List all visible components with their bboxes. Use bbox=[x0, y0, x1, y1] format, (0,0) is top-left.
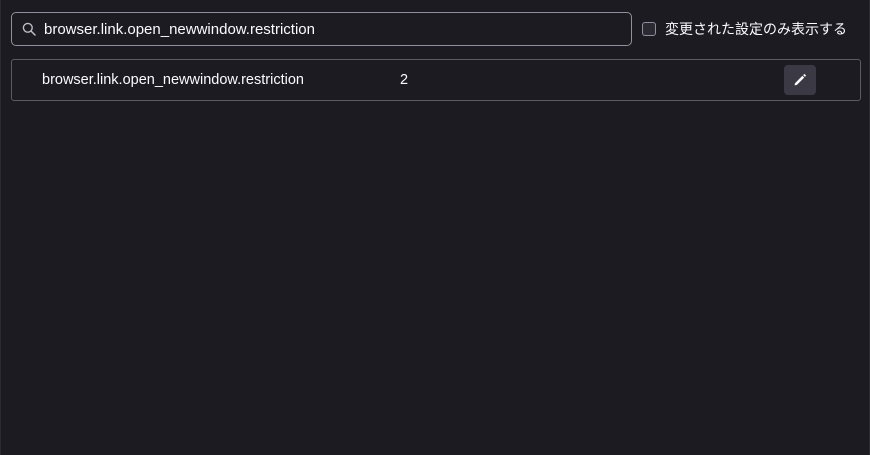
preference-name: browser.link.open_newwindow.restriction bbox=[42, 72, 304, 88]
modified-only-filter[interactable]: 変更された設定のみ表示する bbox=[642, 12, 847, 46]
pencil-icon bbox=[793, 73, 807, 87]
preference-value: 2 bbox=[400, 72, 409, 88]
search-input[interactable] bbox=[44, 14, 625, 44]
modified-only-label: 変更された設定のみ表示する bbox=[665, 22, 847, 38]
toolbar: 変更された設定のみ表示する bbox=[11, 12, 861, 46]
modified-only-checkbox[interactable] bbox=[642, 22, 656, 36]
search-icon bbox=[22, 22, 36, 36]
search-box[interactable] bbox=[11, 12, 632, 46]
edit-button[interactable] bbox=[784, 65, 816, 95]
about-config-page: 変更された設定のみ表示する browser.link.open_newwindo… bbox=[0, 0, 870, 455]
preference-row: browser.link.open_newwindow.restriction … bbox=[11, 59, 861, 101]
